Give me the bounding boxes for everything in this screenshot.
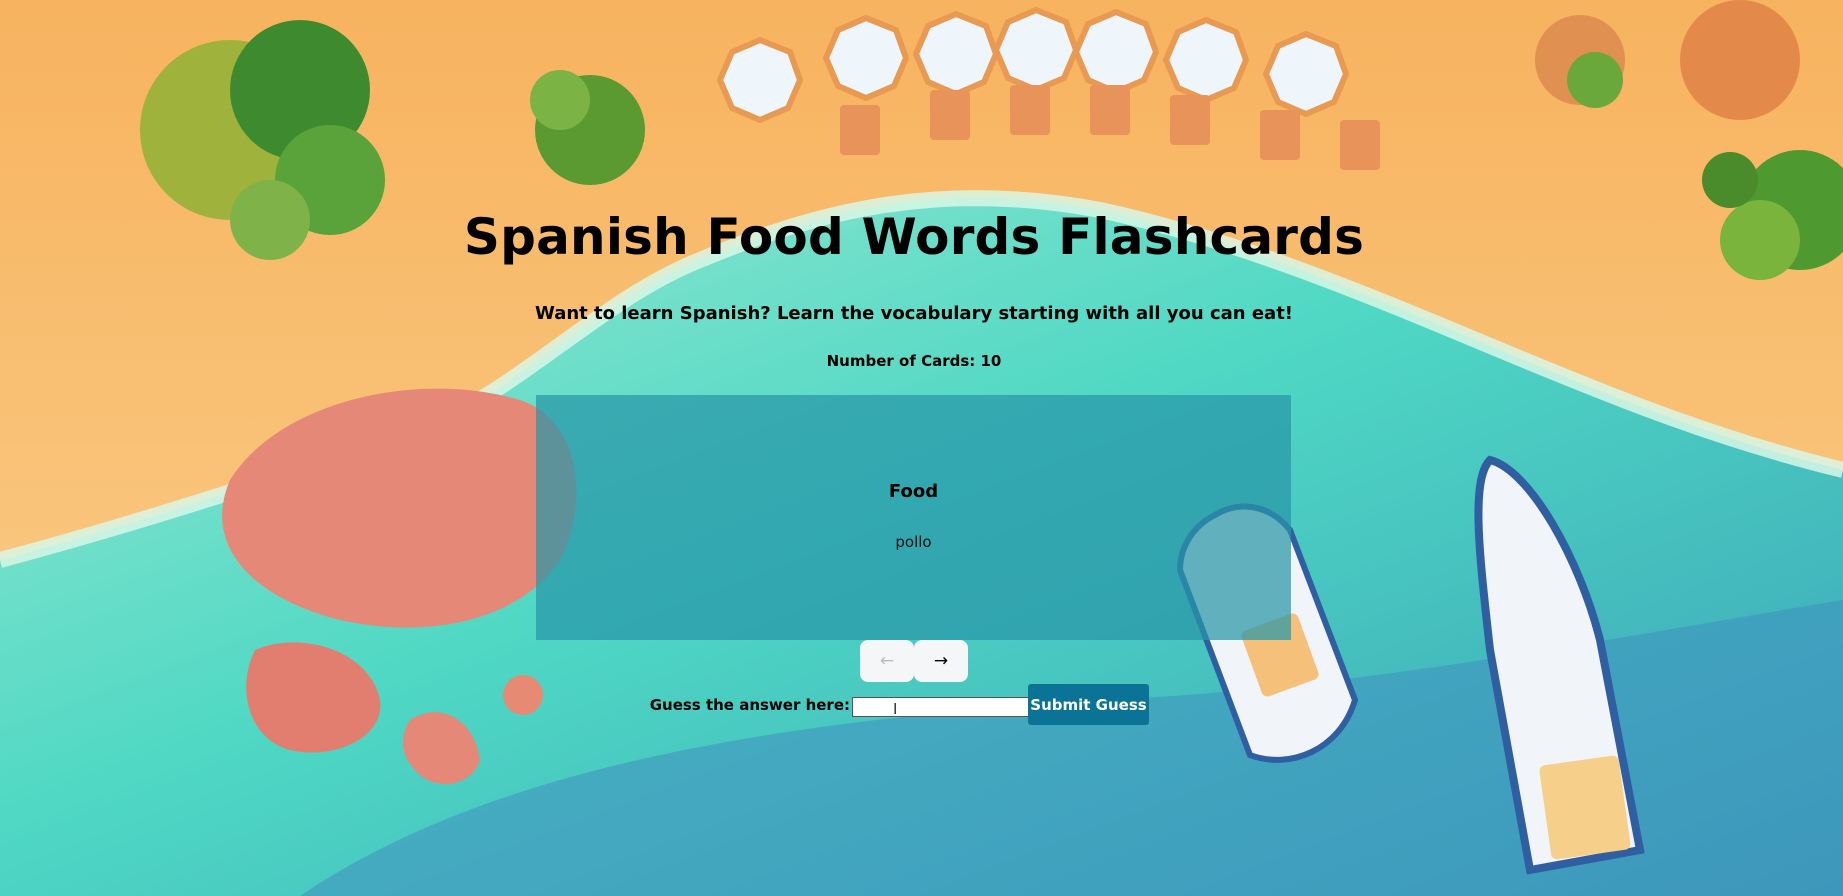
flashcard-category: Food (888, 481, 939, 502)
previous-card-button[interactable]: ← (860, 640, 914, 682)
page-title: Spanish Food Words Flashcards (463, 208, 1365, 266)
flashcard-word: pollo (895, 533, 932, 551)
page-subtitle: Want to learn Spanish? Learn the vocabul… (534, 303, 1294, 324)
submit-guess-button[interactable]: Submit Guess (1028, 684, 1149, 725)
next-card-button[interactable]: → (914, 640, 968, 682)
guess-label: Guess the answer here: (649, 696, 850, 714)
flashcard[interactable]: Food pollo (536, 395, 1291, 640)
guess-input[interactable] (852, 697, 1032, 717)
card-count: Number of Cards: 10 (826, 352, 1002, 370)
flashcards-app: Spanish Food Words Flashcards Want to le… (0, 0, 1843, 896)
